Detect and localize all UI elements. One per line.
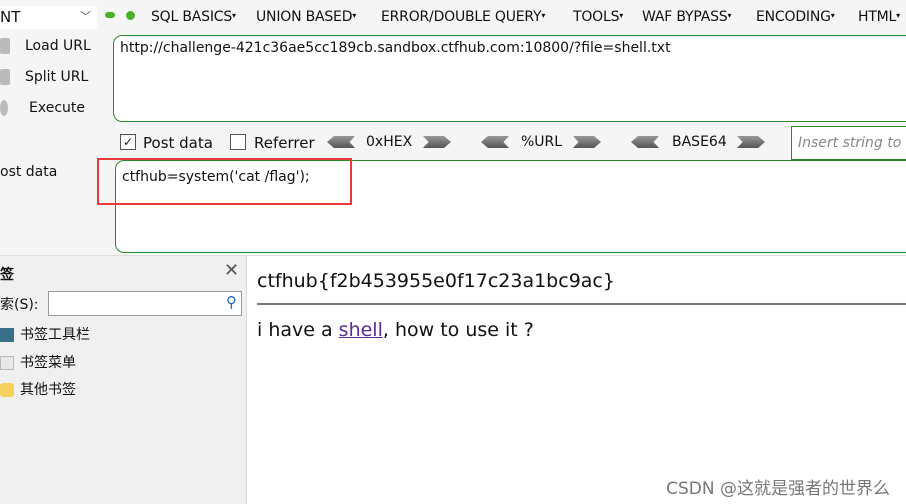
split-icon — [0, 69, 10, 85]
menu-encoding[interactable]: ENCODING▾ — [756, 9, 835, 25]
base64-decode-arrow-icon[interactable] — [631, 136, 659, 148]
menu-sql-basics[interactable]: SQL BASICS▾ — [151, 9, 236, 25]
minus-icon[interactable] — [105, 12, 115, 18]
post-data-label: Post data — [143, 134, 213, 152]
sidebar-title: 签 — [0, 267, 14, 283]
search-label: 索(S): — [0, 297, 39, 313]
menu-folder-icon — [0, 356, 14, 370]
execute-button[interactable]: Execute — [0, 100, 85, 116]
menu-waf-bypass[interactable]: WAF BYPASS▾ — [642, 9, 731, 25]
star-folder-icon — [0, 383, 14, 397]
chevron-down-icon: ﹀ — [80, 10, 91, 23]
flag-heading: ctfhub{f2b453955e0f17c23a1bc9ac} — [257, 270, 615, 292]
mode-select[interactable]: NT ﹀ — [0, 6, 97, 29]
split-url-button[interactable]: Split URL — [0, 69, 88, 85]
bookmark-search-input[interactable]: ⚲ — [48, 291, 242, 316]
menu-html[interactable]: HTML▾ — [858, 9, 900, 25]
base64-label: BASE64 — [672, 134, 727, 150]
highlight-box — [97, 158, 352, 205]
page-text: i have a shell, how to use it ? — [257, 319, 534, 341]
base64-encode-arrow-icon[interactable] — [737, 136, 765, 148]
divider — [257, 303, 906, 305]
other-bookmarks-item[interactable]: 其他书签 — [0, 379, 76, 399]
execute-icon — [0, 100, 8, 116]
url-encode-arrow-icon[interactable] — [573, 136, 601, 148]
menu-error-double-query[interactable]: ERROR/DOUBLE QUERY▾ — [381, 9, 545, 25]
plus-icon[interactable] — [126, 11, 135, 20]
page-content — [247, 255, 906, 504]
bookmark-menu-item[interactable]: 书签菜单 — [0, 352, 76, 372]
select-value: NT — [0, 8, 21, 26]
close-icon[interactable]: ✕ — [224, 260, 239, 281]
url-encode-label: %URL — [521, 134, 563, 150]
url-decode-arrow-icon[interactable] — [481, 136, 509, 148]
url-input[interactable]: http://challenge-421c36ae5cc189cb.sandbo… — [113, 35, 906, 122]
referrer-label: Referrer — [254, 134, 315, 152]
referrer-checkbox[interactable] — [230, 134, 246, 150]
post-data-field-label: ost data — [0, 164, 58, 180]
search-icon: ⚲ — [226, 293, 237, 311]
load-icon — [0, 38, 10, 54]
hex-encode-arrow-icon[interactable] — [423, 136, 451, 148]
load-url-button[interactable]: Load URL — [0, 38, 91, 54]
hex-label: 0xHEX — [366, 134, 413, 150]
shell-link[interactable]: shell — [339, 319, 383, 341]
insert-string-input[interactable]: Insert string to — [791, 126, 906, 160]
menu-tools[interactable]: TOOLS▾ — [573, 9, 623, 25]
watermark: CSDN @这就是强者的世界么 — [666, 479, 890, 499]
post-data-checkbox[interactable]: ✓ — [120, 134, 136, 150]
hex-decode-arrow-icon[interactable] — [327, 136, 355, 148]
menu-union-based[interactable]: UNION BASED▾ — [256, 9, 356, 25]
toolbar-folder-icon — [0, 328, 14, 342]
bookmark-toolbar-item[interactable]: 书签工具栏 — [0, 324, 90, 344]
